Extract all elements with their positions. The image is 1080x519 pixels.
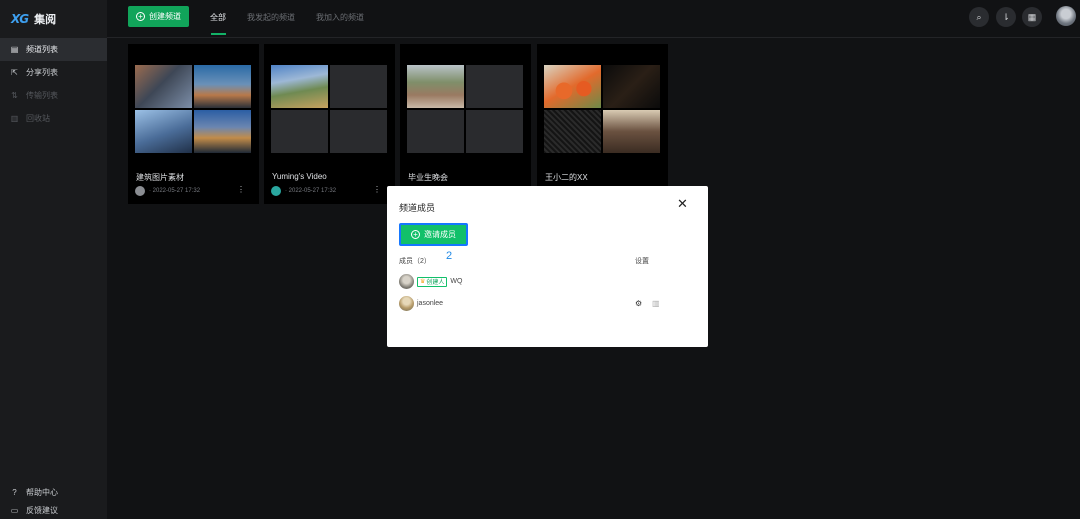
sidebar-item-label: 传输列表	[26, 91, 58, 100]
channel-card[interactable]: 毕业生晚会	[400, 44, 531, 204]
thumbnail-placeholder	[330, 110, 387, 153]
thumbnail-placeholder	[466, 110, 523, 153]
member-name: jasonlee	[417, 300, 444, 307]
plus-circle-icon: +	[136, 12, 145, 21]
channel-title: 建筑图片素材	[136, 173, 184, 182]
member-row: ♛ 创建人 WQ	[399, 274, 462, 289]
qr-icon: ▦	[1027, 11, 1037, 22]
sidebar-item-label: 帮助中心	[26, 487, 58, 497]
channel-card[interactable]: 建筑图片素材 · 2022-05-27 17:32 ⋮	[128, 44, 259, 204]
search-button[interactable]: ⌕	[969, 7, 989, 27]
channel-title: 王小二的XX	[545, 173, 588, 182]
transfer-icon: ⇅	[11, 91, 18, 100]
tab-all[interactable]: 全部	[210, 12, 226, 23]
thumbnail-image	[135, 110, 192, 153]
member-avatar	[399, 274, 414, 289]
gear-icon[interactable]: ⚙	[635, 299, 642, 308]
sidebar-item-channels[interactable]: ▤ 频道列表	[0, 38, 107, 61]
trash-icon: ▥	[10, 114, 19, 123]
top-bar: + 创建频道 全部 我发起的频道 我加入的频道 ⌕ ⇂ ▦	[107, 0, 1080, 38]
user-avatar[interactable]	[1056, 6, 1076, 26]
thumbnail-image	[603, 65, 660, 108]
member-name: WQ	[450, 278, 463, 285]
thumbnail-placeholder	[466, 65, 523, 108]
sidebar-item-trash[interactable]: ▥ 回收站	[0, 107, 107, 130]
plus-circle-icon: +	[411, 230, 420, 239]
thumbnail-image	[544, 110, 601, 153]
thumbnail-image	[407, 65, 464, 108]
thumbnail-image	[544, 65, 601, 108]
channel-meta: · 2022-05-27 17:32	[135, 186, 200, 196]
owner-avatar	[271, 186, 281, 196]
more-icon[interactable]: ⋮	[373, 185, 381, 194]
create-channel-button[interactable]: + 创建频道	[128, 6, 189, 27]
sidebar-item-label: 频道列表	[26, 45, 58, 54]
sidebar-bottom: ? 帮助中心 ▭ 反馈建议	[0, 483, 107, 519]
search-icon: ⌕	[976, 11, 982, 22]
tab-active-indicator	[211, 33, 226, 35]
create-channel-label: 创建频道	[149, 12, 181, 21]
owner-badge-label: 创建人	[426, 280, 445, 286]
sidebar-item-label: 分享列表	[26, 68, 58, 77]
channel-title: Yuming's Video	[272, 172, 327, 181]
sidebar: XG 集阅 ▤ 频道列表 ⇱ 分享列表 ⇅ 传输列表 ▥ 回收站 ? 帮助中心 …	[0, 0, 107, 519]
dialog-title: 频道成员	[399, 203, 436, 213]
channel-title: 毕业生晚会	[408, 173, 448, 182]
sidebar-item-label: 回收站	[26, 114, 50, 123]
channel-meta: · 2022-05-27 17:32	[271, 186, 336, 196]
sidebar-item-help[interactable]: ? 帮助中心	[0, 483, 107, 501]
channel-card[interactable]: 王小二的XX	[537, 44, 668, 204]
grid-icon: ▤	[10, 45, 19, 54]
member-row: jasonlee	[399, 296, 443, 311]
owner-avatar	[135, 186, 145, 196]
app-name: 集阅	[34, 14, 57, 26]
thumbnail-image	[135, 65, 192, 108]
channel-thumbnails	[407, 65, 523, 153]
channel-date: · 2022-05-27 17:32	[149, 188, 201, 194]
share-icon: ⇱	[11, 68, 18, 77]
crown-icon: ♛	[420, 279, 426, 285]
invite-member-label: 邀请成员	[424, 230, 456, 239]
settings-header: 设置	[635, 258, 649, 265]
member-avatar	[399, 296, 414, 311]
annotation-number: 2	[446, 250, 453, 262]
owner-badge: ♛ 创建人	[417, 276, 448, 287]
channel-members-dialog: 频道成员 ✕ + 邀请成员 2 成员（2） 设置 ♛ 创建人 WQ jasonl…	[387, 186, 708, 347]
thumbnail-image	[271, 65, 328, 108]
members-header: 成员（2）	[399, 258, 431, 265]
sidebar-item-feedback[interactable]: ▭ 反馈建议	[0, 501, 107, 519]
tab-my-created[interactable]: 我发起的频道	[247, 12, 295, 23]
sidebar-item-label: 反馈建议	[26, 505, 58, 515]
logo-mark: XG	[11, 12, 29, 26]
close-icon[interactable]: ✕	[677, 197, 688, 212]
tab-my-joined[interactable]: 我加入的频道	[316, 12, 364, 23]
thumbnail-image	[603, 110, 660, 153]
invite-member-button[interactable]: + 邀请成员	[399, 223, 468, 246]
sort-button[interactable]: ⇂	[996, 7, 1016, 27]
thumbnail-placeholder	[330, 65, 387, 108]
delete-icon[interactable]: ▥	[652, 299, 660, 308]
qr-button[interactable]: ▦	[1022, 7, 1042, 27]
sort-icon: ⇂	[1002, 11, 1010, 22]
thumbnail-image	[194, 65, 251, 108]
sidebar-item-transfers[interactable]: ⇅ 传输列表	[0, 84, 107, 107]
feedback-icon: ▭	[10, 505, 19, 515]
channel-date: · 2022-05-27 17:32	[285, 188, 337, 194]
thumbnail-placeholder	[407, 110, 464, 153]
thumbnail-placeholder	[271, 110, 328, 153]
app-logo[interactable]: XG 集阅	[0, 0, 107, 38]
sidebar-item-shares[interactable]: ⇱ 分享列表	[0, 61, 107, 84]
thumbnail-image	[194, 110, 251, 153]
channel-thumbnails	[544, 65, 660, 153]
channel-card[interactable]: Yuming's Video · 2022-05-27 17:32 ⋮	[264, 44, 395, 204]
more-icon[interactable]: ⋮	[237, 185, 245, 194]
help-icon: ?	[12, 487, 17, 497]
channel-thumbnails	[135, 65, 251, 153]
channel-thumbnails	[271, 65, 387, 153]
